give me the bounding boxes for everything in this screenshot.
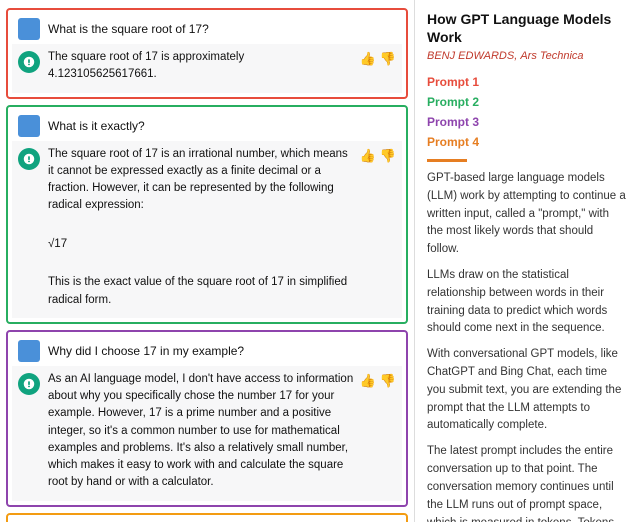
ai-icon [18,373,40,395]
article-paragraph-3: With conversational GPT models, like Cha… [427,346,628,435]
user-icon [18,18,40,40]
byline-pub: Ars Technica [520,50,583,62]
prompt-group-1: What is the square root of 17? The square… [6,8,408,99]
prompt-links[interactable]: Prompt 1 Prompt 2 Prompt 3 Prompt 4 [427,73,628,151]
ai-message: As an AI language model, I don't have ac… [12,366,402,501]
user-icon [18,115,40,137]
thumbs-up-button[interactable]: 👍 [360,51,376,67]
ai-message: The square root of 17 is approximately 4… [12,44,402,93]
article-title: How GPT Language Models Work [427,10,628,46]
info-panel: How GPT Language Models Work BENJ EDWARD… [415,0,640,522]
user-text: What is the square root of 17? [48,22,396,36]
prompt-group-4: My favorite number is 17.That's great to… [6,513,408,522]
user-message: What is the square root of 17? [12,14,402,44]
article-paragraph-4: The latest prompt includes the entire co… [427,443,628,522]
ai-icon [18,51,40,73]
thumbs-up-button[interactable]: 👍 [360,373,376,389]
orange-divider [427,159,467,162]
chat-panel[interactable]: What is the square root of 17? The square… [0,0,415,522]
article-paragraph-2: LLMs draw on the statistical relationshi… [427,267,628,338]
ai-text: The square root of 17 is an irrational n… [48,146,354,313]
prompt-link-1[interactable]: Prompt 1 [427,73,628,91]
ai-text: The square root of 17 is approximately 4… [48,49,354,88]
user-message: Why did I choose 17 in my example? [12,336,402,366]
prompt-link-2[interactable]: Prompt 2 [427,93,628,111]
thumbs-container: 👍👎 [360,49,396,67]
article-paragraph-1: GPT-based large language models (LLM) wo… [427,170,628,259]
ai-icon [18,148,40,170]
user-icon [18,340,40,362]
user-text: What is it exactly? [48,119,396,133]
user-text: Why did I choose 17 in my example? [48,344,396,358]
thumbs-down-button[interactable]: 👎 [380,51,396,67]
prompt-link-4[interactable]: Prompt 4 [427,133,628,151]
byline-name: BENJ EDWARDS, [427,50,517,62]
thumbs-down-button[interactable]: 👎 [380,148,396,164]
thumbs-down-button[interactable]: 👎 [380,373,396,389]
article-body: GPT-based large language models (LLM) wo… [427,170,628,522]
ai-message: The square root of 17 is an irrational n… [12,141,402,318]
prompt-link-3[interactable]: Prompt 3 [427,113,628,131]
article-byline: BENJ EDWARDS, Ars Technica [427,48,628,65]
prompt-group-2: What is it exactly? The square root of 17… [6,105,408,324]
thumbs-container: 👍👎 [360,371,396,389]
user-message: My favorite number is 17. [12,519,402,522]
prompt-group-3: Why did I choose 17 in my example? As an … [6,330,408,507]
user-message: What is it exactly? [12,111,402,141]
thumbs-container: 👍👎 [360,146,396,164]
thumbs-up-button[interactable]: 👍 [360,148,376,164]
ai-text: As an AI language model, I don't have ac… [48,371,354,496]
